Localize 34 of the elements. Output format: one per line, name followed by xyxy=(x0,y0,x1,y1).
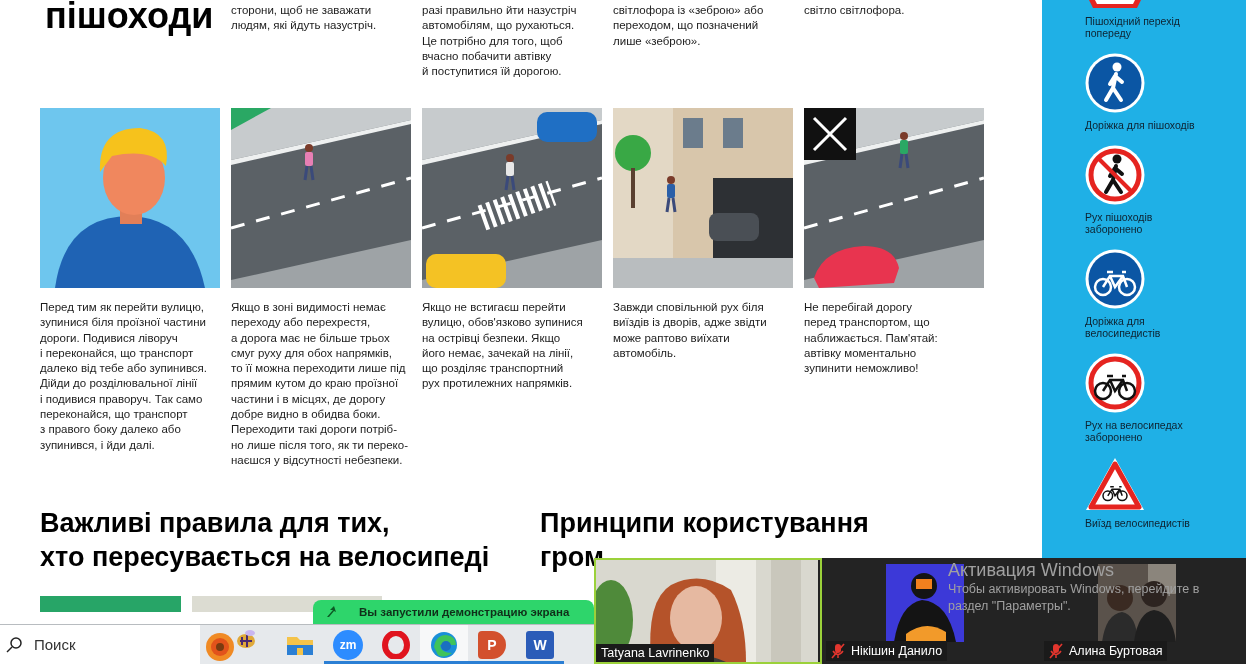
edge-icon xyxy=(430,630,458,659)
sign-label: Доріжка для пішоходів xyxy=(1085,119,1195,131)
participant-name: Алина Буртовая xyxy=(1069,644,1163,658)
bicycle-warning-sign-icon xyxy=(1085,457,1145,511)
sign-label: Доріжка для велосипедистів xyxy=(1085,315,1161,339)
search-field[interactable]: Поиск xyxy=(0,625,200,664)
paragraph: разі правильно йти назустріч автомобілям, що рухаються. Це потрібно для того, щоб вчасно побачити автівку й поступитися їй дорогою. xyxy=(422,3,577,80)
tip-text: Не перебігай дорогу перед транспортом, що наближається. Пам'ятай: автівку моментально зупинити неможливо! xyxy=(804,300,938,377)
taskbar-app-button[interactable]: P xyxy=(468,625,516,664)
tip-text: Перед тим як перейти вулицю, зупинися біля проїзної частини дороги. Подивися ліворуч і переконайся, що транспорт далеко від тебе або зупинився. Дійди до розділювальної лінії і подивися праворуч. Так само переконайся, що транспорт з правого боку далеко або зупинився, і йди далі. xyxy=(40,300,208,453)
no-pedestrians-sign-icon xyxy=(1085,145,1145,205)
pedestrian-sign-icon xyxy=(1085,53,1145,113)
paragraph: світло світлофора. xyxy=(804,3,905,18)
participant-name: Нікішин Данило xyxy=(851,644,943,658)
paragraph: світлофора із «зеброю» або переходом, що позначений лише «зеброю». xyxy=(613,3,764,49)
tip-text: Якщо не встигаєш перейти вулицю, обов'язково зупинися на острівці безпеки. Якщо його немає, зачекай на лінії, що розділяє транспортний рух протилежних напрямків. xyxy=(422,300,583,392)
sign-label: Рух пішоходів заборонено xyxy=(1085,211,1153,235)
tip-text: Завжди сповільнюй рух біля виїздів із дворів, адже звідти може раптово виїхати автомобіль. xyxy=(613,300,767,361)
taskbar-app-button[interactable]: zm xyxy=(324,625,372,664)
opera-icon xyxy=(382,630,410,659)
paragraph: сторони, щоб не заважати людям, які йдуть назустріч. xyxy=(231,3,377,34)
sign-label: Виїзд велосипедистів xyxy=(1085,517,1190,529)
taskbar-app-button[interactable]: W xyxy=(516,625,564,664)
tip-text: Якщо в зоні видимості немає переходу або перехрестя, а дорога має не більше трьох смуг руху для обох напрямків, то її можна переходити лише під прямим кутом до краю проїзної частини і в місцях, де дорогу добре видно в обидва боки. Переходити такі дороги потріб- но лише після того, як ти переко- наєшся у відсутності небезпеки. xyxy=(231,300,408,468)
no-bicycles-sign-icon xyxy=(1085,353,1145,413)
search-icon xyxy=(6,636,22,653)
share-notice-text: Вы запустили демонстрацию экрана xyxy=(359,606,570,618)
arrow-icon[interactable] xyxy=(325,606,337,618)
section-heading: Важливі правила для тих, хто пересувається на велосипеді xyxy=(40,507,490,574)
participant-name: Tatyana Lavrinenko xyxy=(601,646,710,660)
taskbar-app-button[interactable] xyxy=(420,625,468,664)
sign-label: Пішохідний перехід попереду xyxy=(1085,15,1180,39)
sign-label: Рух на велосипедах заборонено xyxy=(1085,419,1183,443)
bicycle-sign-icon xyxy=(1085,249,1145,309)
